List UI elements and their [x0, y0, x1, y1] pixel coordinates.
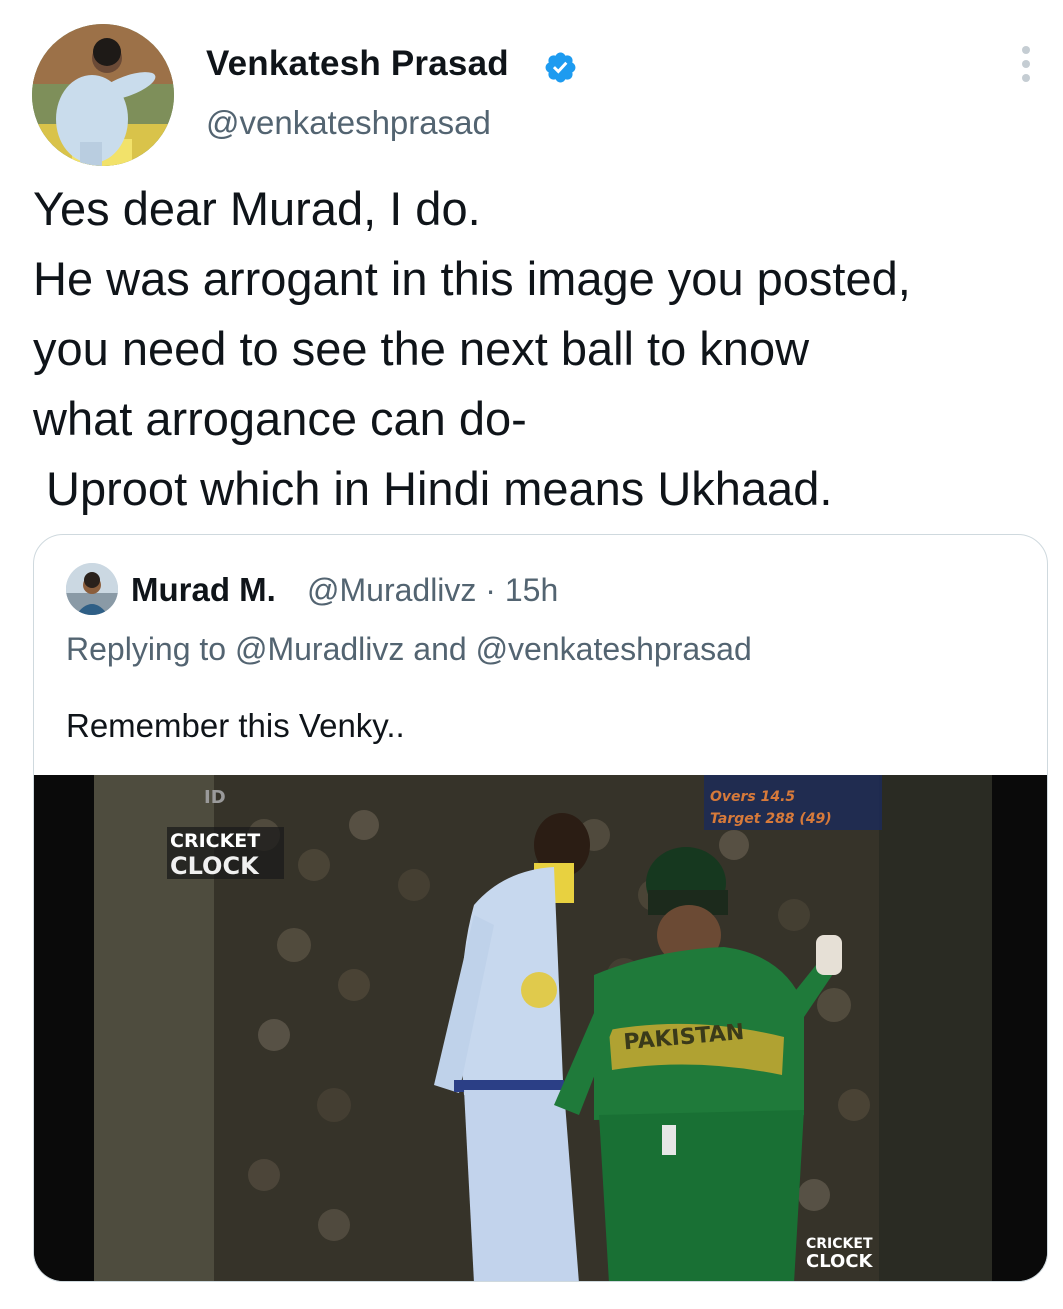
tweet-text-line: Yes dear Murad, I do.	[33, 182, 481, 235]
tweet-text-line: He was arrogant in this image you posted…	[33, 252, 911, 305]
verified-badge-icon	[545, 52, 576, 83]
quoted-tweet-media[interactable]: CRICKET CLOCK CRICKET CLOCK ID Overs 14.…	[34, 775, 1047, 1281]
cricket-video-frame: CRICKET CLOCK CRICKET CLOCK ID Overs 14.…	[34, 775, 1047, 1281]
person-avatar-icon	[66, 563, 118, 615]
quoted-author-handle-time[interactable]: @Muradlivz · 15h	[307, 572, 558, 609]
score-overs: Overs 14.5	[710, 789, 795, 805]
logo-bottom-line1: CRICKET	[806, 1236, 873, 1252]
tweet-detail-view: Venkatesh Prasad @venkateshprasad Yes de…	[0, 0, 1063, 1309]
author-name[interactable]: Venkatesh Prasad	[206, 44, 509, 84]
cricketer-avatar-icon	[32, 24, 174, 166]
logo-top-line2: CLOCK	[170, 852, 260, 880]
cricket-clock-logo-bottom: CRICKET CLOCK	[806, 1236, 874, 1272]
quoted-author-avatar[interactable]	[66, 563, 118, 615]
quoted-author-name[interactable]: Murad M.	[131, 571, 276, 609]
cricket-clock-logo-top: CRICKET CLOCK	[167, 827, 284, 880]
tweet-text-line: Uproot which in Hindi means Ukhaad.	[33, 462, 833, 515]
author-handle[interactable]: @venkateshprasad	[206, 104, 491, 142]
tweet-text-line: you need to see the next ball to know	[33, 322, 810, 375]
replying-to-text: Replying to @Muradlivz and @venkateshpra…	[66, 631, 752, 667]
logo-top-line1: CRICKET	[170, 830, 260, 852]
tweet-text-line: what arrogance can do-	[33, 392, 527, 445]
quoted-tweet-card[interactable]: Murad M. @Muradlivz · 15h Replying to @M…	[33, 534, 1048, 1282]
logo-bottom-line2: CLOCK	[806, 1251, 874, 1272]
more-options-icon[interactable]	[1016, 46, 1036, 86]
quoted-tweet-text: Remember this Venky..	[66, 707, 405, 744]
score-target: Target 288 (49)	[710, 811, 832, 827]
score-overlay: Overs 14.5 Target 288 (49)	[704, 775, 882, 830]
tweet-text: Yes dear Murad, I do. He was arrogant in…	[33, 174, 1053, 524]
corner-label: ID	[204, 787, 226, 808]
author-avatar[interactable]	[32, 24, 174, 166]
tweet-footer-cutoff	[33, 1296, 1033, 1309]
